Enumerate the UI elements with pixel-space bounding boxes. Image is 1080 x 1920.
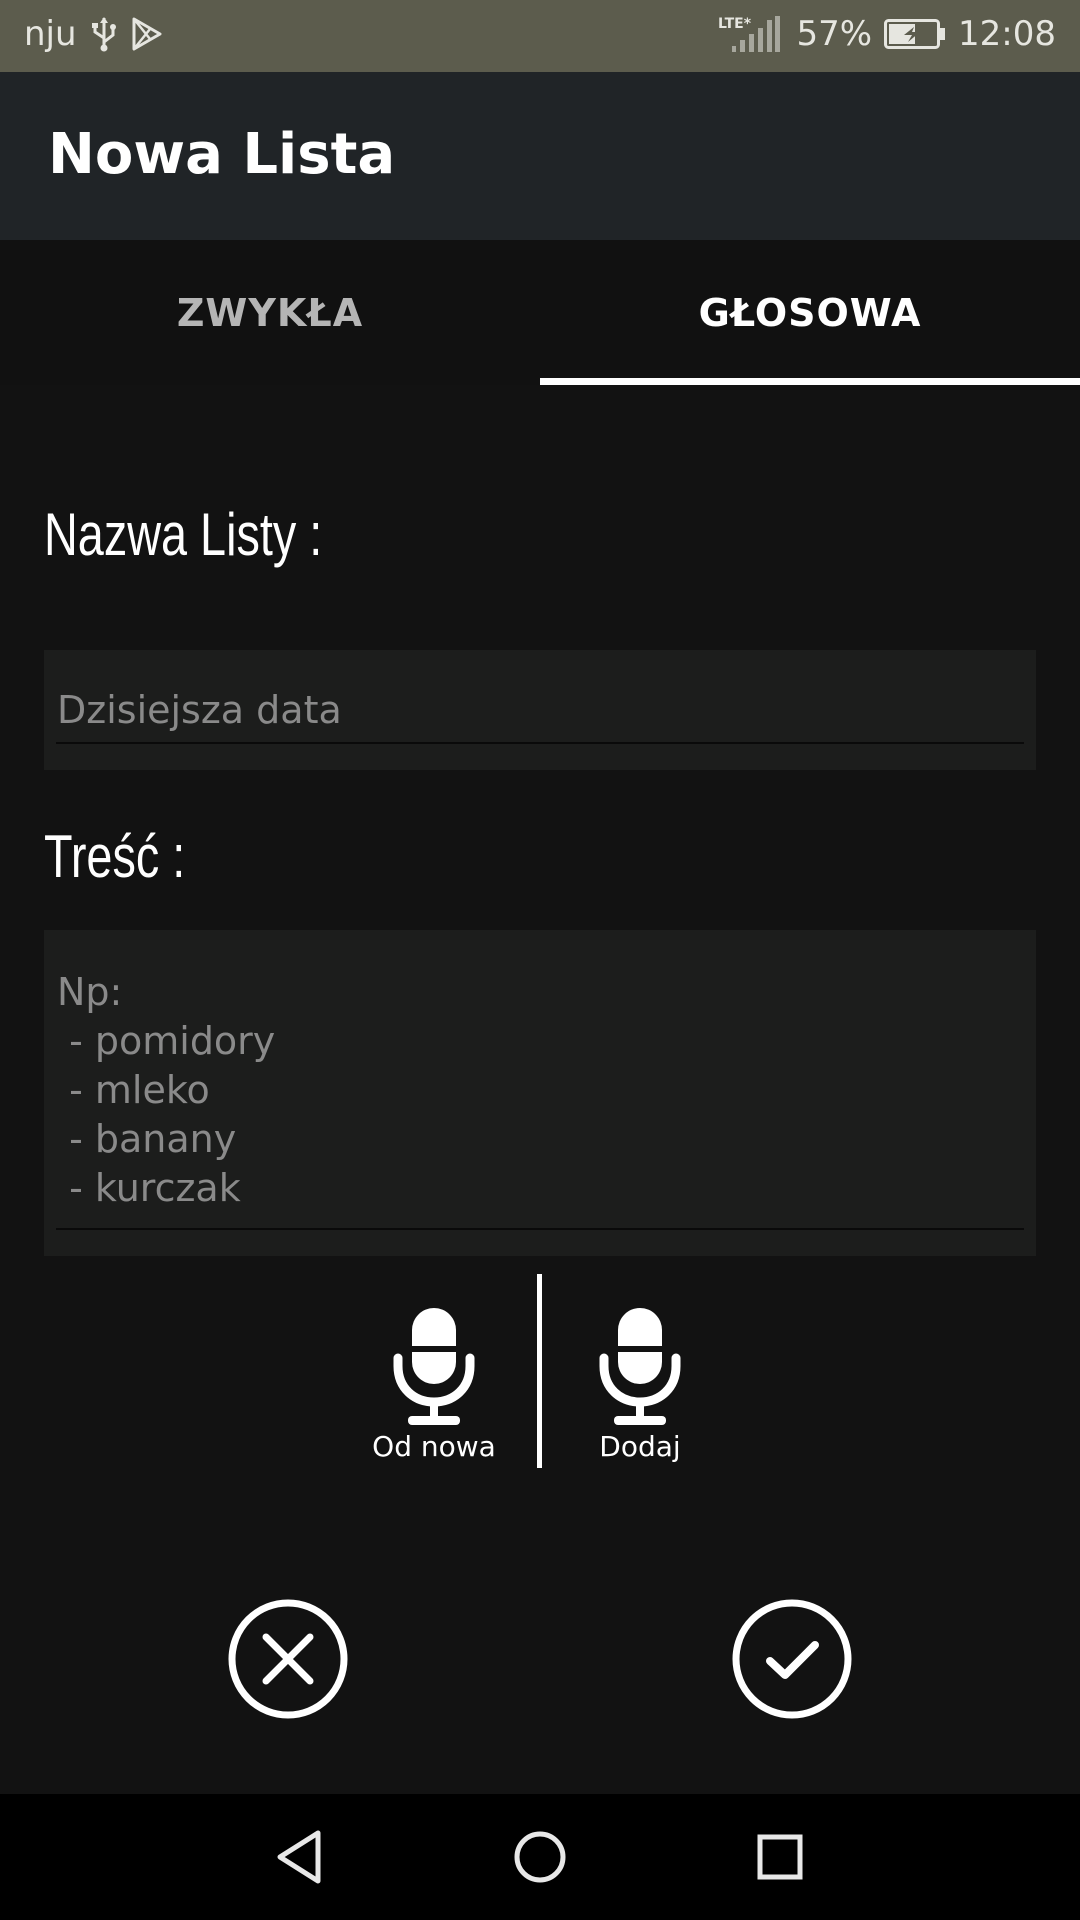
list-name-label: Nazwa Listy : [44,501,323,568]
restart-label: Od nowa [372,1430,496,1463]
close-circle-icon [227,1599,349,1724]
signal-icon: LTE* [718,14,784,54]
back-button[interactable] [268,1824,334,1890]
recents-button[interactable] [747,1824,813,1890]
add-label: Dodaj [599,1430,681,1463]
home-button[interactable] [507,1824,573,1890]
status-left: nju [24,14,163,54]
battery-percent: 57% [796,14,873,54]
navigation-bar [0,1794,1080,1920]
status-bar: nju LTE* 57% 12:08 [0,0,1080,72]
usb-icon [91,16,117,52]
content-underline [56,1228,1024,1230]
restart-recording-button[interactable]: Od nowa [354,1306,514,1476]
check-circle-icon [731,1599,853,1724]
list-name-placeholder: Dzisiejsza data [57,688,342,732]
recents-square-icon [747,1834,813,1894]
mic-divider [537,1274,542,1468]
add-recording-button[interactable]: Dodaj [560,1306,720,1476]
tab-voice[interactable]: GŁOSOWA [540,240,1080,385]
battery-charging-icon [884,19,946,49]
microphone-icon [354,1306,514,1428]
tab-bar: ZWYKŁA GŁOSOWA [0,240,1080,385]
content-label: Treść : [44,823,186,890]
play-store-icon [131,17,163,51]
clock: 12:08 [958,14,1056,54]
tab-selected-indicator [540,378,1080,385]
content-placeholder: Np: - pomidory - mleko - banany - kurcza… [57,970,276,1210]
back-triangle-icon [268,1830,334,1894]
confirm-button[interactable] [731,1598,853,1720]
app-bar: Nowa Lista [0,72,1080,240]
network-type-label: LTE* [718,16,752,32]
tab-regular[interactable]: ZWYKŁA [0,240,540,385]
page-title: Nowa Lista [48,122,396,187]
microphone-icon [560,1306,720,1428]
content-field[interactable]: Np: - pomidory - mleko - banany - kurcza… [44,930,1036,1256]
status-right: LTE* 57% 12:08 [718,14,1056,54]
list-name-underline [56,742,1024,744]
home-circle-icon [507,1831,573,1894]
cancel-button[interactable] [227,1598,349,1720]
carrier-name: nju [24,14,77,54]
list-name-field[interactable]: Dzisiejsza data [44,650,1036,770]
